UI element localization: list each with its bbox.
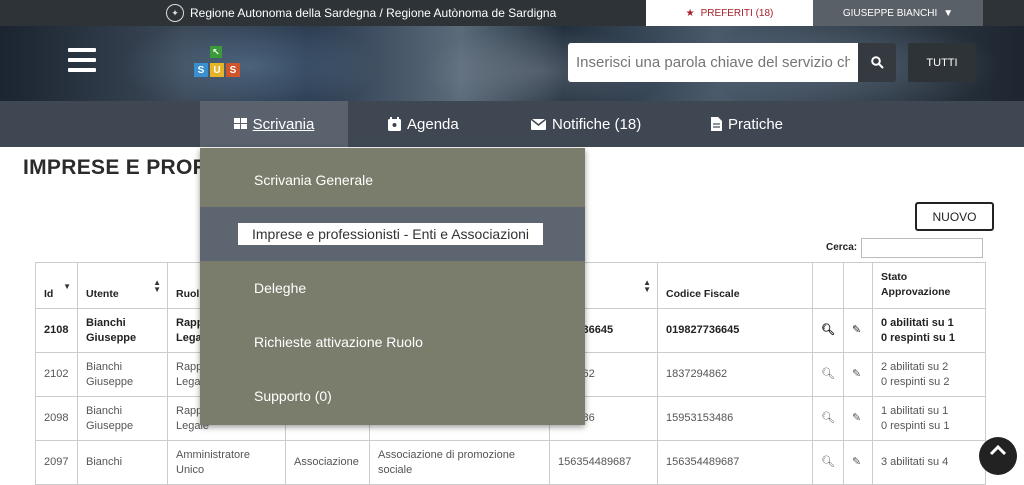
region-seal-icon: ✦ [166, 4, 184, 22]
region-header: ✦ Regione Autonoma della Sardegna / Regi… [166, 0, 556, 26]
col-codice-fiscale[interactable]: Codice Fiscale [657, 262, 813, 309]
document-icon [711, 117, 722, 131]
nav-agenda-label: Agenda [407, 115, 459, 133]
logo-letter-u: U [210, 63, 224, 77]
dropdown-item-supporto[interactable]: Supporto (0) [200, 369, 585, 423]
search-input[interactable] [568, 43, 858, 82]
cell-utente: Bianchi Giuseppe [77, 396, 168, 441]
star-icon: ★ [685, 7, 695, 19]
cell-ruolo: Amministratore Unico [167, 440, 286, 485]
col-id[interactable]: Id ▼ [35, 262, 78, 309]
grid-icon [233, 118, 247, 129]
logo-letter-s1: S [194, 63, 208, 77]
envelope-icon [531, 118, 546, 130]
sort-icon: ▲ ▼ [153, 278, 161, 294]
calendar-icon [388, 117, 401, 131]
edit-icon[interactable]: ✎ [842, 352, 873, 397]
dropdown-item-scrivania-generale[interactable]: Scrivania Generale [200, 153, 585, 207]
nav-notifiche-label: Notifiche (18) [552, 115, 642, 133]
region-name: Regione Autonoma della Sardegna / Region… [190, 6, 557, 20]
col-view [812, 262, 844, 309]
edit-icon[interactable]: ✎ [842, 440, 873, 485]
nav-pratiche[interactable]: Pratiche [711, 101, 783, 147]
cell-cf: 156354489687 [657, 440, 813, 485]
cell-piva: 156354489687 [549, 440, 658, 485]
view-icon[interactable]: 🔍︎ [812, 396, 844, 441]
user-menu-button[interactable]: GIUSEPPE BIANCHI ▼ [813, 0, 983, 26]
view-icon[interactable]: 🔍︎ [812, 352, 844, 397]
view-icon[interactable]: 🔍︎ [812, 308, 844, 353]
sort-icon: ▲ ▼ [643, 278, 651, 294]
hamburger-menu-icon[interactable] [68, 48, 96, 72]
cell-utente: Bianchi Giuseppe [77, 352, 168, 397]
favorites-button[interactable]: ★ PREFERITI (18) [646, 0, 813, 26]
cell-stato: 2 abilitati su 20 respinti su 2 [871, 352, 986, 397]
cell-stato: 3 abilitati su 4 [871, 440, 986, 485]
logo-letter-s2: S [226, 63, 240, 77]
search-label: Cerca: [826, 242, 858, 253]
cell-id: 2097 [35, 440, 78, 485]
cell-stato: 1 abilitati su 10 respinti su 1 [871, 396, 986, 441]
search-icon [870, 56, 884, 69]
col-utente[interactable]: Utente ▲ ▼ [77, 262, 168, 309]
nav-agenda[interactable]: Agenda [388, 101, 459, 147]
new-button[interactable]: NUOVO [915, 202, 994, 231]
nav-scrivania-label: Scrivania [252, 115, 315, 133]
caret-down-icon: ▼ [943, 7, 954, 19]
cell-utente: Bianchi [77, 440, 168, 485]
nav-scrivania[interactable]: Scrivania [200, 101, 348, 147]
col-edit [842, 262, 873, 309]
view-icon[interactable]: 🔍︎ [812, 440, 844, 485]
cell-id: 2102 [35, 352, 78, 397]
scroll-top-button[interactable] [979, 437, 1017, 475]
cell-c5: Associazione di promozione sociale [369, 440, 550, 485]
cell-id: 2098 [35, 396, 78, 441]
cell-utente: Bianchi Giuseppe [77, 308, 168, 353]
table-search-input[interactable] [861, 238, 983, 258]
cell-c4: Associazione [285, 440, 370, 485]
edit-icon[interactable]: ✎ [842, 308, 873, 353]
edit-icon[interactable]: ✎ [842, 396, 873, 441]
dropdown-item-richieste[interactable]: Richieste attivazione Ruolo [200, 315, 585, 369]
scope-button[interactable]: TUTTI [908, 43, 976, 82]
cell-id: 2108 [35, 308, 78, 353]
user-name: GIUSEPPE BIANCHI [842, 7, 938, 19]
sus-logo[interactable]: ↖ S U S [194, 46, 244, 80]
favorites-label: PREFERITI (18) [700, 7, 774, 19]
table-row[interactable]: 2097 Bianchi Amministratore Unico Associ… [35, 440, 986, 485]
dropdown-item-imprese[interactable]: Imprese e professionisti - Enti e Associ… [200, 207, 585, 261]
nav-notifiche[interactable]: Notifiche (18) [531, 101, 641, 147]
cell-stato: 0 abilitati su 10 respinti su 1 [871, 308, 986, 353]
cell-cf: 019827736645 [657, 308, 813, 353]
search-button[interactable] [858, 43, 896, 82]
col-stato[interactable]: Stato Approvazione [871, 262, 986, 309]
main-nav: Scrivania Agenda Notifiche (18) Pratiche [0, 101, 1024, 147]
dropdown-item-deleghe[interactable]: Deleghe [200, 261, 585, 315]
chevron-up-icon [989, 445, 1007, 456]
cell-cf: 1837294862 [657, 352, 813, 397]
nav-pratiche-label: Pratiche [728, 115, 784, 133]
sort-desc-icon: ▼ [63, 282, 71, 291]
logo-arrow-icon: ↖ [210, 46, 222, 58]
scrivania-dropdown: Scrivania Generale Imprese e professioni… [200, 148, 585, 425]
cell-cf: 15953153486 [657, 396, 813, 441]
